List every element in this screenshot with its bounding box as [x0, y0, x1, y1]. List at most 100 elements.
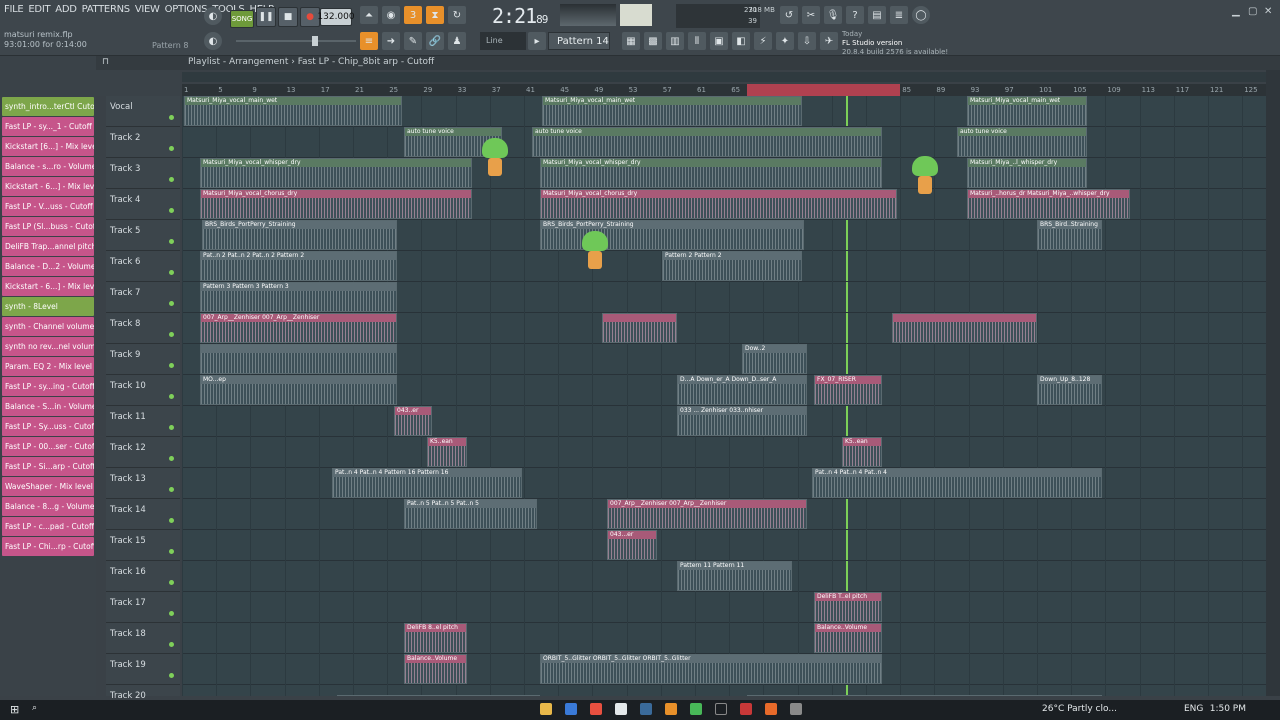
playlist-icon[interactable]: ▦: [622, 32, 640, 50]
playlist-snap-icon[interactable]: ≡: [360, 32, 378, 50]
playlist-clip[interactable]: Pattern 2 Pattern 2: [662, 251, 802, 281]
mute-led-icon[interactable]: [169, 270, 174, 275]
track-header[interactable]: Vocal: [106, 96, 180, 127]
metronome-icon[interactable]: ⏶: [360, 6, 378, 24]
clip-item[interactable]: Fast LP - sy...ing - Cutoff: [2, 377, 94, 396]
song-mode-button[interactable]: SONG: [230, 10, 254, 28]
playlist-clip[interactable]: auto tune voice: [957, 127, 1087, 157]
mute-led-icon[interactable]: [169, 208, 174, 213]
clip-item[interactable]: Kickstart [6...] - Mix level: [2, 137, 94, 156]
clip-item[interactable]: Fast LP - Chi...rp - Cutoff: [2, 537, 94, 556]
track-header[interactable]: Track 10: [106, 375, 180, 406]
mute-led-icon[interactable]: [169, 332, 174, 337]
chrome-icon[interactable]: [590, 703, 602, 715]
clip-item[interactable]: Fast LP - Sy...uss - Cutoff: [2, 417, 94, 436]
automation-clip[interactable]: synth_intro - FilterCtl Cutoff: [882, 695, 1102, 696]
mute-led-icon[interactable]: [169, 673, 174, 678]
playlist-clip[interactable]: Pat..n 2 Pat..n 2 Pat..n 2 Pattern 2: [200, 251, 397, 281]
playlist-clip[interactable]: 033 ... Zenhiser 033..nhiser: [677, 406, 807, 436]
piano-roll-icon[interactable]: ▩: [644, 32, 662, 50]
track-header[interactable]: Track 16: [106, 561, 180, 592]
mute-led-icon[interactable]: [169, 611, 174, 616]
master-knob-icon[interactable]: ◐: [204, 7, 222, 25]
track-header[interactable]: Track 4: [106, 189, 180, 220]
clip-item[interactable]: Kickstart - 6...] - Mix level: [2, 177, 94, 196]
chat-icon[interactable]: ◯: [912, 6, 930, 24]
playlist-clip[interactable]: Matsuri_Miya_vocal_main_wet: [542, 96, 802, 126]
settings-icon[interactable]: [790, 703, 802, 715]
mute-led-icon[interactable]: [169, 239, 174, 244]
track-header[interactable]: Track 14: [106, 499, 180, 530]
clip-item[interactable]: Balance - s...ro - Volume: [2, 157, 94, 176]
close-icon[interactable]: ✕: [1264, 6, 1272, 17]
track-header[interactable]: Track 7: [106, 282, 180, 313]
plugin-icon[interactable]: ◧: [732, 32, 750, 50]
save-icon[interactable]: ▤: [868, 6, 886, 24]
clip-item[interactable]: Kickstart - 6...] - Mix level: [2, 277, 94, 296]
master-volume-slider[interactable]: [236, 40, 356, 42]
menu-item[interactable]: ADD: [55, 4, 77, 15]
playlist-clip[interactable]: Pat..n 4 Pat..n 4 Pattern 16 Pattern 16: [332, 468, 522, 498]
channel-rack-icon[interactable]: ▥: [666, 32, 684, 50]
vscode-icon[interactable]: [715, 703, 727, 715]
mute-led-icon[interactable]: [169, 146, 174, 151]
menu-item[interactable]: VIEW: [135, 4, 160, 15]
playlist-clip[interactable]: Matsuri_Miya_vocal_chorus_dry: [200, 189, 472, 219]
play-button[interactable]: ❚❚: [256, 7, 276, 27]
tool-icon[interactable]: ✦: [776, 32, 794, 50]
track-header[interactable]: Track 15: [106, 530, 180, 561]
track-header[interactable]: Track 2: [106, 127, 180, 158]
track-header[interactable]: Track 9: [106, 344, 180, 375]
magnet-icon[interactable]: ⊓: [102, 57, 109, 67]
playlist-clip[interactable]: K5..ean: [842, 437, 882, 467]
mute-led-icon[interactable]: [169, 301, 174, 306]
steam-icon[interactable]: [640, 703, 652, 715]
pattern-prev-icon[interactable]: ▸: [528, 32, 546, 50]
track-lane[interactable]: [182, 530, 1266, 561]
playlist-clip[interactable]: Balance..Volume: [404, 654, 467, 684]
clip-item[interactable]: synth_intro...terCtl Cutoff: [2, 97, 94, 116]
wait-icon[interactable]: ◉: [382, 6, 400, 24]
app-icon[interactable]: [615, 703, 627, 715]
playlist-clip[interactable]: Pattern 3 Pattern 3 Pattern 3: [200, 282, 397, 312]
pattern-selector[interactable]: Pattern 14: [548, 32, 610, 50]
clip-item[interactable]: Fast LP - sy..._1 - Cutoff: [2, 117, 94, 136]
opera-icon[interactable]: [740, 703, 752, 715]
mute-led-icon[interactable]: [169, 363, 174, 368]
track-header[interactable]: Track 6: [106, 251, 180, 282]
playlist-clip[interactable]: Down_Up_8..128: [1037, 375, 1102, 405]
clip-item[interactable]: Fast LP - Si...arp - Cutoff: [2, 457, 94, 476]
countdown-icon[interactable]: 3: [404, 6, 422, 24]
track-lane[interactable]: [182, 592, 1266, 623]
clip-item[interactable]: Balance - D...2 - Volume: [2, 257, 94, 276]
loop-record-icon[interactable]: ↻: [448, 6, 466, 24]
clock[interactable]: 1:50 PM: [1210, 704, 1246, 714]
playlist-clip[interactable]: 007_Arp__Zenhiser 007_Arp__Zenhiser: [607, 499, 807, 529]
help-icon[interactable]: ?: [846, 6, 864, 24]
maximize-icon[interactable]: ▢: [1248, 6, 1257, 17]
undo-icon[interactable]: ↺: [780, 6, 798, 24]
track-header[interactable]: Track 19: [106, 654, 180, 685]
clip-item[interactable]: WaveShaper - Mix level: [2, 477, 94, 496]
playlist-clip[interactable]: Matsuri_Miya_..l_whisper_dry: [967, 158, 1087, 188]
playlist-clip[interactable]: Pattern 11 Pattern 11: [677, 561, 792, 591]
mute-led-icon[interactable]: [169, 580, 174, 585]
playlist-clip[interactable]: 043...er: [607, 530, 657, 560]
loop-region[interactable]: [747, 84, 900, 96]
mute-led-icon[interactable]: [169, 177, 174, 182]
mute-led-icon[interactable]: [169, 115, 174, 120]
menu-item[interactable]: EDIT: [28, 4, 50, 15]
track-header[interactable]: Track 8: [106, 313, 180, 344]
menu-item[interactable]: PATTERNS: [82, 4, 131, 15]
track-lane[interactable]: [182, 623, 1266, 654]
menu-item[interactable]: OPTIONS: [165, 4, 208, 15]
bird-icon[interactable]: ✈: [820, 32, 838, 50]
stamp-icon[interactable]: ♟: [448, 32, 466, 50]
track-header[interactable]: Track 17: [106, 592, 180, 623]
browser-icon[interactable]: ▣: [710, 32, 728, 50]
track-header[interactable]: Track 18: [106, 623, 180, 654]
mute-led-icon[interactable]: [169, 642, 174, 647]
playlist-clip[interactable]: Dow..2: [742, 344, 807, 374]
step-edit-icon[interactable]: ⧗: [426, 6, 444, 24]
snap-select[interactable]: Line: [480, 32, 526, 50]
